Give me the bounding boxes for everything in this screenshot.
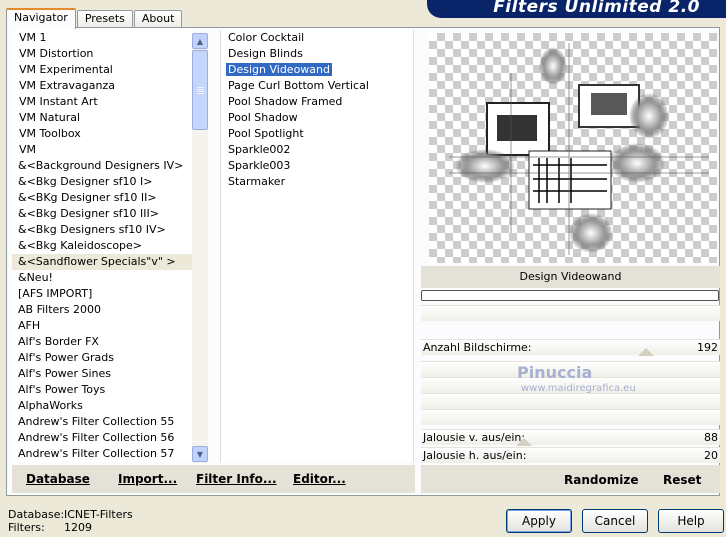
- param-label: Jalousie v. aus/ein:: [423, 431, 526, 444]
- tab-about[interactable]: About: [133, 10, 183, 28]
- param-value: 192: [697, 341, 718, 354]
- parameter-panel: Anzahl Bildschirme: 192 Jalousie v. aus/…: [421, 305, 720, 465]
- status-info: Database:ICNET-Filters Filters: 1209: [8, 508, 133, 534]
- category-item[interactable]: VM 1: [12, 30, 192, 46]
- left-button-bar: Database Import... Filter Info... Editor…: [12, 465, 415, 493]
- apply-button[interactable]: Apply: [506, 509, 572, 533]
- category-scrollbar[interactable]: ▲ ▼: [192, 33, 208, 463]
- category-item[interactable]: &Neu!: [12, 270, 192, 286]
- param-slider-empty: [421, 305, 720, 321]
- right-button-bar: Randomize Reset: [421, 465, 720, 493]
- selected-filter-name: Design Videowand: [421, 266, 720, 288]
- category-item[interactable]: &<Bkg Designers sf10 IV>: [12, 222, 192, 238]
- filter-item[interactable]: Pool Shadow Framed: [221, 94, 413, 110]
- filter-item[interactable]: Color Cocktail: [221, 30, 413, 46]
- title-banner: Filters Unlimited 2.0: [427, 0, 726, 18]
- category-item[interactable]: Alf's Border FX: [12, 334, 192, 350]
- progress-bar: [421, 290, 719, 301]
- cancel-button[interactable]: Cancel: [582, 509, 648, 533]
- category-item[interactable]: [AFS IMPORT]: [12, 286, 192, 302]
- category-item[interactable]: Andrew's Filter Collection 56: [12, 430, 192, 446]
- category-item[interactable]: VM Extravaganza: [12, 78, 192, 94]
- preview-image: [449, 43, 709, 255]
- category-item[interactable]: VM: [12, 142, 192, 158]
- category-list[interactable]: VM 1 VM Distortion VM Experimental VM Ex…: [12, 30, 192, 462]
- slider-thumb[interactable]: [516, 438, 532, 446]
- param-slider-empty: [421, 409, 720, 425]
- filter-item[interactable]: Design Blinds: [221, 46, 413, 62]
- database-label: Database:: [8, 508, 65, 521]
- param-label: Anzahl Bildschirme:: [423, 341, 532, 354]
- category-item[interactable]: Alf's Power Grads: [12, 350, 192, 366]
- filter-item[interactable]: Page Curl Bottom Vertical: [221, 78, 413, 94]
- filter-info-button[interactable]: Filter Info...: [196, 472, 277, 486]
- scroll-up-icon[interactable]: ▲: [192, 33, 208, 49]
- filter-item[interactable]: Starmaker: [221, 174, 413, 190]
- category-item[interactable]: Alf's Power Toys: [12, 382, 192, 398]
- filter-list[interactable]: Color Cocktail Design Blinds Design Vide…: [220, 30, 414, 462]
- category-item[interactable]: Andrew's Filter Collection 57: [12, 446, 192, 462]
- category-item[interactable]: VM Experimental: [12, 62, 192, 78]
- param-slider-empty: [421, 393, 720, 409]
- scroll-thumb[interactable]: [192, 50, 208, 130]
- category-item[interactable]: Andrew's Filter Collection 55: [12, 414, 192, 430]
- category-item[interactable]: &<BKg Designer sf10 II>: [12, 190, 192, 206]
- reset-button[interactable]: Reset: [663, 473, 701, 487]
- editor-button[interactable]: Editor...: [293, 472, 346, 486]
- category-item[interactable]: &<Bkg Designer sf10 III>: [12, 206, 192, 222]
- help-button[interactable]: Help: [658, 509, 724, 533]
- category-item[interactable]: VM Instant Art: [12, 94, 192, 110]
- param-slider-jalousie-v[interactable]: Jalousie v. aus/ein: 88: [421, 429, 720, 446]
- category-item[interactable]: &<Bkg Designer sf10 I>: [12, 174, 192, 190]
- filters-count: 1209: [64, 521, 92, 534]
- tab-bar: Navigator Presets About: [6, 6, 183, 29]
- randomize-button[interactable]: Randomize: [564, 473, 638, 487]
- import-button[interactable]: Import...: [118, 472, 177, 486]
- category-item[interactable]: AlphaWorks: [12, 398, 192, 414]
- category-item[interactable]: VM Natural: [12, 110, 192, 126]
- filter-item[interactable]: Sparkle003: [221, 158, 413, 174]
- watermark-name: Pinuccia: [517, 363, 593, 382]
- filter-preview: [429, 33, 717, 263]
- tab-presets[interactable]: Presets: [76, 10, 133, 28]
- category-item[interactable]: &<Bkg Kaleidoscope>: [12, 238, 192, 254]
- param-value: 20: [704, 449, 718, 462]
- category-item[interactable]: Alf's Power Sines: [12, 366, 192, 382]
- filter-item[interactable]: Pool Shadow: [221, 110, 413, 126]
- category-item[interactable]: VM Distortion: [12, 46, 192, 62]
- param-value: 88: [704, 431, 718, 444]
- param-slider-anzahl[interactable]: Anzahl Bildschirme: 192: [421, 339, 720, 356]
- tab-navigator[interactable]: Navigator: [6, 8, 76, 29]
- app-title: Filters Unlimited 2.0: [493, 0, 700, 17]
- category-item[interactable]: &<Background Designers IV>: [12, 158, 192, 174]
- filter-item-selected[interactable]: Design Videowand: [221, 62, 413, 78]
- param-slider-jalousie-h[interactable]: Jalousie h. aus/ein: 20: [421, 447, 720, 463]
- category-item[interactable]: AB Filters 2000: [12, 302, 192, 318]
- watermark-url: www.maidiregrafica.eu: [521, 383, 636, 394]
- slider-thumb[interactable]: [638, 348, 654, 356]
- database-value: ICNET-Filters: [64, 508, 133, 521]
- filters-label: Filters:: [8, 521, 45, 534]
- category-item[interactable]: AFH: [12, 318, 192, 334]
- database-button[interactable]: Database: [26, 472, 90, 486]
- category-item[interactable]: VM Toolbox: [12, 126, 192, 142]
- filter-item[interactable]: Pool Spotlight: [221, 126, 413, 142]
- category-item-selected[interactable]: &<Sandflower Specials"v" >: [12, 254, 192, 270]
- param-label: Jalousie h. aus/ein:: [423, 449, 527, 462]
- filter-item[interactable]: Sparkle002: [221, 142, 413, 158]
- scroll-down-icon[interactable]: ▼: [192, 446, 208, 462]
